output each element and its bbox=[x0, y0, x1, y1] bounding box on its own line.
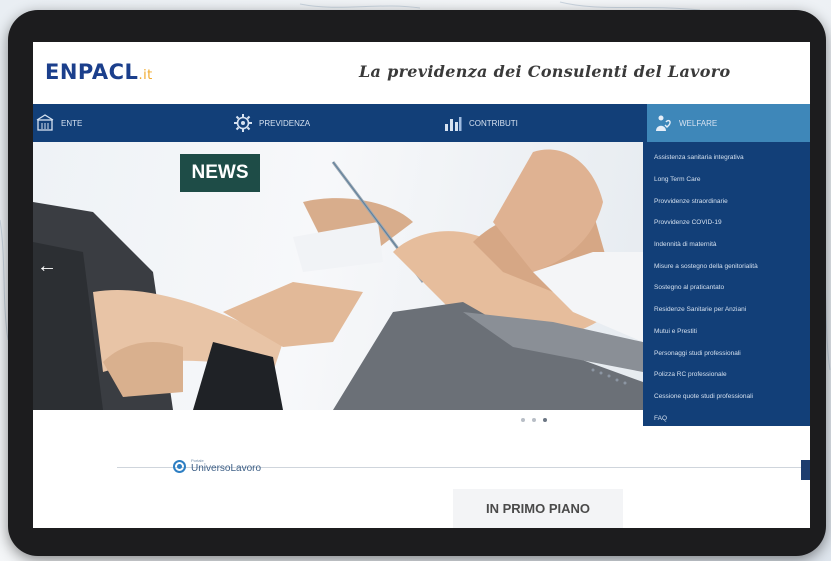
dropdown-item-praticantato[interactable]: Sostegno al praticantato bbox=[643, 277, 810, 299]
dropdown-item-long-term-care[interactable]: Long Term Care bbox=[643, 169, 810, 191]
handshake-image bbox=[33, 149, 643, 410]
nav-label-previdenza: Previdenza bbox=[259, 118, 311, 128]
universo-logo-icon bbox=[173, 459, 186, 473]
site-logo[interactable]: ENPACL.it bbox=[45, 60, 153, 84]
universo-title: UniversoLavoro bbox=[191, 463, 262, 474]
welfare-dropdown-menu: Assistenza sanitaria integrativa Long Te… bbox=[643, 142, 810, 426]
dropdown-item-genitorialita[interactable]: Misure a sostegno della genitorialità bbox=[643, 255, 810, 277]
dropdown-item-personaggi-studi[interactable]: Personaggi studi professionali bbox=[643, 342, 810, 364]
dropdown-item-assistenza-sanitaria[interactable]: Assistenza sanitaria integrativa bbox=[643, 147, 810, 169]
in-primo-piano-heading: IN PRIMO PIANO bbox=[453, 489, 623, 528]
dropdown-item-residenze-sanitarie[interactable]: Residenze Sanitarie per Anziani bbox=[643, 299, 810, 321]
hero-slider[interactable]: NEWS ← bbox=[33, 142, 643, 410]
nav-item-previdenza[interactable]: Previdenza bbox=[233, 104, 363, 142]
site-tagline: La previdenza dei Consulenti del Lavoro bbox=[359, 62, 731, 81]
slider-dot-2[interactable] bbox=[532, 418, 536, 422]
logo-text: ENPACL bbox=[45, 60, 139, 84]
slider-dots bbox=[521, 418, 547, 422]
building-icon bbox=[36, 114, 54, 131]
slider-dot-3[interactable] bbox=[543, 418, 547, 422]
slider-prev-arrow[interactable]: ← bbox=[37, 254, 57, 278]
main-nav: Ente Previdenza Contribu bbox=[33, 104, 810, 142]
news-badge: NEWS bbox=[180, 154, 260, 192]
dropdown-item-provvidenze-straordinarie[interactable]: Provvidenze straordinarie bbox=[643, 190, 810, 212]
nav-item-welfare[interactable]: Welfare bbox=[647, 104, 810, 142]
nav-label-contributi: Contributi bbox=[469, 118, 518, 128]
nav-label-ente: Ente bbox=[61, 118, 83, 128]
dropdown-item-maternita[interactable]: Indennità di maternità bbox=[643, 234, 810, 256]
browser-screen: ENPACL.it La previdenza dei Consulenti d… bbox=[33, 42, 810, 528]
nav-item-contributi[interactable]: Contributi bbox=[443, 104, 583, 142]
nav-label-welfare: Welfare bbox=[679, 118, 718, 128]
chart-icon bbox=[445, 117, 462, 131]
universo-lavoro-label: Portale UniversoLavoro bbox=[191, 458, 261, 474]
dropdown-item-provvidenze-covid[interactable]: Provvidenze COVID-19 bbox=[643, 212, 810, 234]
dropdown-item-mutui-prestiti[interactable]: Mutui e Prestiti bbox=[643, 321, 810, 343]
slider-dot-1[interactable] bbox=[521, 418, 525, 422]
universo-lavoro-link[interactable]: Portale UniversoLavoro bbox=[173, 458, 261, 474]
logo-tld: .it bbox=[138, 68, 153, 83]
dropdown-item-cessione-quote[interactable]: Cessione quote studi professionali bbox=[643, 386, 810, 408]
divider-end-block bbox=[801, 460, 810, 480]
dropdown-item-faq[interactable]: FAQ bbox=[643, 407, 810, 429]
dropdown-item-polizza-rc[interactable]: Polizza RC professionale bbox=[643, 364, 810, 386]
welfare-icon bbox=[656, 115, 671, 131]
gear-icon bbox=[234, 114, 252, 132]
site-header: ENPACL.it La previdenza dei Consulenti d… bbox=[33, 42, 810, 102]
nav-item-ente[interactable]: Ente bbox=[35, 104, 155, 142]
